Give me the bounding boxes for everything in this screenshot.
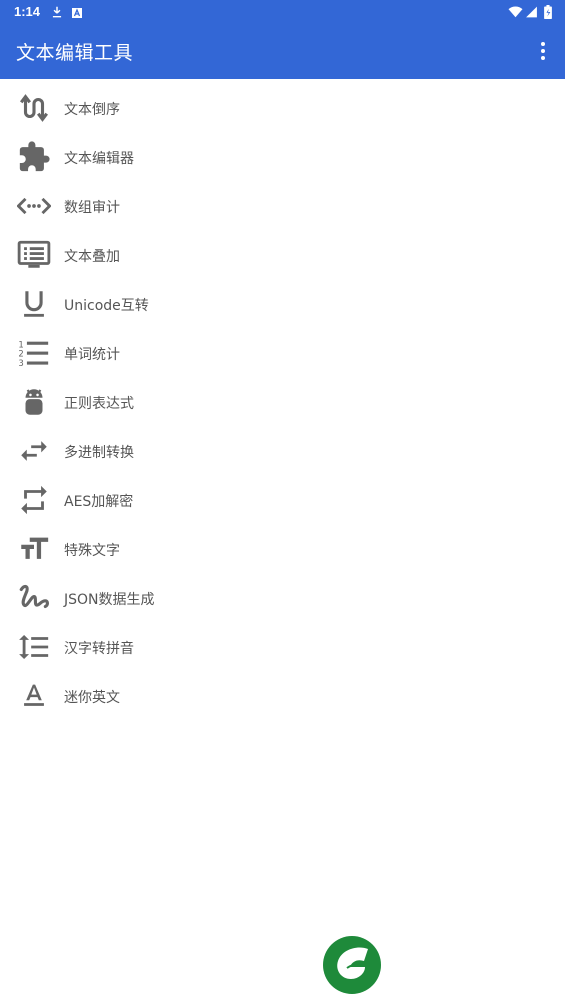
leaf-logo-icon (322, 935, 382, 995)
monitor-list-icon (16, 237, 52, 273)
app-title: 文本编辑工具 (16, 42, 134, 64)
text-size-icon (16, 531, 52, 567)
menu-item-json-generate[interactable]: JSON数据生成 (0, 574, 565, 623)
menu-item-text-overlay[interactable]: 文本叠加 (0, 231, 565, 280)
menu-item-word-count[interactable]: 123 单词统计 (0, 329, 565, 378)
menu-item-label: 文本编辑器 (64, 151, 134, 167)
app-notification-icon (71, 4, 83, 23)
menu-item-label: 汉字转拼音 (64, 641, 134, 657)
menu-item-base-convert[interactable]: 多进制转换 (0, 427, 565, 476)
menu-item-aes-crypto[interactable]: AES加解密 (0, 476, 565, 525)
menu-item-special-chars[interactable]: 特殊文字 (0, 525, 565, 574)
download-icon (50, 4, 64, 23)
menu-item-label: Unicode互转 (64, 298, 149, 314)
menu-item-array-audit[interactable]: 数组审计 (0, 182, 565, 231)
ordered-list-icon: 123 (16, 335, 52, 371)
menu-item-label: 迷你英文 (64, 690, 120, 706)
line-spacing-icon (16, 629, 52, 665)
menu-item-label: 多进制转换 (64, 445, 134, 461)
code-dots-icon (16, 188, 52, 224)
menu-item-label: 特殊文字 (64, 543, 120, 559)
underline-icon (16, 286, 52, 322)
app-bar: 文本编辑工具 (0, 24, 565, 79)
menu-item-label: 数组审计 (64, 200, 120, 216)
svg-text:3: 3 (18, 359, 23, 369)
menu-item-text-editor[interactable]: 文本编辑器 (0, 133, 565, 182)
menu-item-label: 单词统计 (64, 347, 120, 363)
menu-item-label: 正则表达式 (64, 396, 134, 412)
menu-item-mini-english[interactable]: 迷你英文 (0, 672, 565, 721)
menu-item-label: AES加解密 (64, 494, 134, 510)
menu-item-label: JSON数据生成 (64, 592, 155, 608)
text-format-icon (16, 678, 52, 714)
menu-item-label: 文本倒序 (64, 102, 120, 118)
signal-icon (525, 4, 538, 23)
swap-vertical-icon (16, 90, 52, 126)
wifi-icon (508, 4, 523, 23)
menu-item-reverse-text[interactable]: 文本倒序 (0, 84, 565, 133)
battery-icon (544, 4, 552, 23)
status-bar: 1:14 (0, 0, 565, 24)
more-options-button[interactable] (535, 38, 551, 64)
more-vert-icon-dot (541, 56, 545, 60)
puzzle-icon (16, 139, 52, 175)
gesture-icon (16, 580, 52, 616)
menu-item-unicode-convert[interactable]: Unicode互转 (0, 280, 565, 329)
more-vert-icon-dot (541, 42, 545, 46)
tool-list: 文本倒序 文本编辑器 数组审计 文本叠加 Unicode互转 123 单词统计 (0, 84, 565, 721)
status-time: 1:14 (14, 4, 41, 19)
more-vert-icon-dot (541, 49, 545, 53)
swap-horizontal-icon (16, 433, 52, 469)
menu-item-label: 文本叠加 (64, 249, 120, 265)
menu-item-pinyin[interactable]: 汉字转拼音 (0, 623, 565, 672)
menu-item-regex[interactable]: 正则表达式 (0, 378, 565, 427)
repeat-icon (16, 482, 52, 518)
android-icon (16, 384, 52, 420)
